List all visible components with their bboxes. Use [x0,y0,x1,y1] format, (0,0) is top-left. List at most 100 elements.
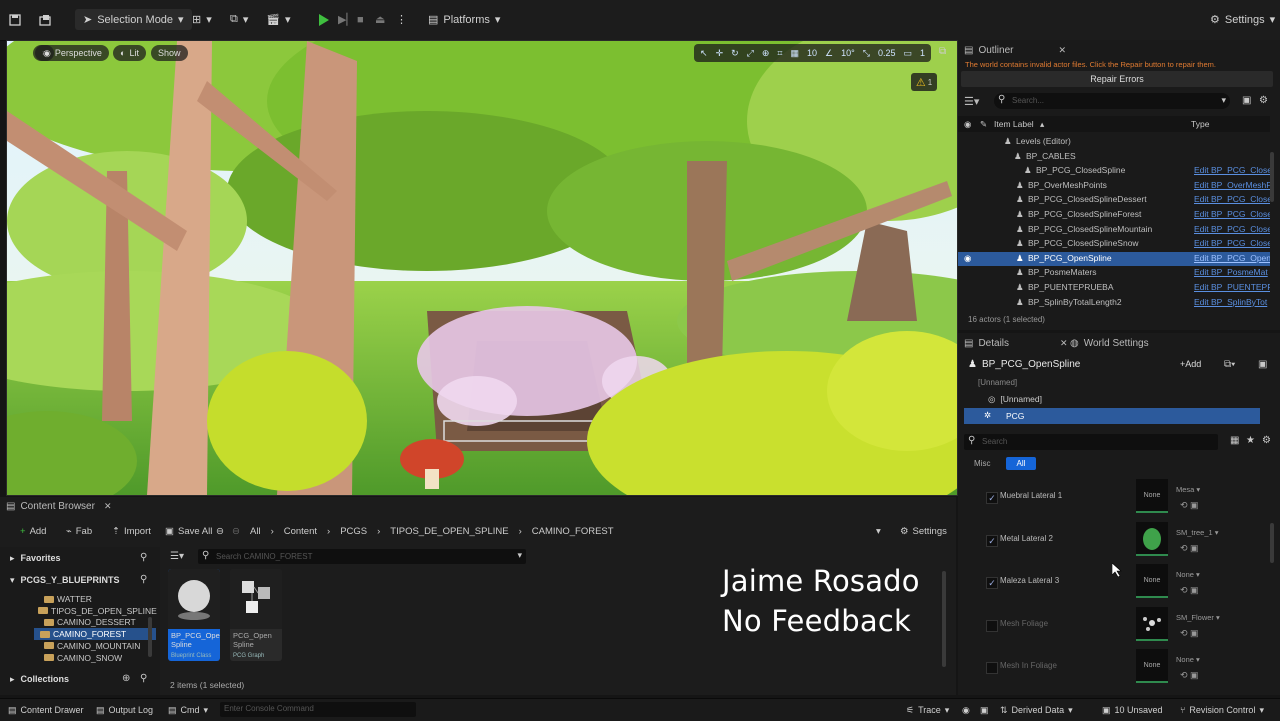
outliner-row[interactable]: ♟ BP_SplinByTotalLength2 Edit BP_SplinByTo… [958,296,1270,311]
perspective-button[interactable]: ◉ Perspective [33,45,109,61]
trace-dropdown[interactable]: ⚟ Trace ▾ [906,703,949,717]
cb-scrollbar[interactable] [942,571,946,667]
level-viewport[interactable]: ≡ ◉ Perspective ◐ Lit Show ↖ ✛ ↻ ⤢ ⊕ ⌗ ▦… [6,40,958,496]
record-icon[interactable]: ◉ [962,703,970,717]
outliner-row[interactable]: ♟ BP_PCG_ClosedSpline Edit BP_PCG_Close [958,164,1270,179]
mesh-thumbnail[interactable]: None [1136,649,1168,683]
folder-item[interactable]: CAMINO_DESSERT [44,616,136,628]
cb-search-input[interactable]: ⚲ Search CAMINO_FOREST ▾ [198,549,526,564]
breadcrumb-item[interactable]: All [250,526,261,537]
property-checkbox[interactable] [986,619,998,632]
cinematics-button[interactable]: 🎬︎ ▾ [266,9,291,30]
camera-speed-icon[interactable]: ▭ [903,48,912,59]
outliner-row[interactable]: ♟ BP_PUENTEPRUEBA Edit BP_PUENTEPR [958,281,1270,296]
column-type[interactable]: Type [1191,119,1209,129]
show-button[interactable]: Show [151,45,188,61]
cb-save-all-button[interactable]: ▣ Save All [165,523,212,539]
outliner-row-type[interactable]: Edit BP_PCG_Close [1194,165,1270,175]
outliner-row[interactable]: ♟ BP_PosmeMaters Edit BP_PosmeMat [958,266,1270,281]
outliner-row-type[interactable]: Edit BP_PCG_Close [1194,238,1270,248]
outliner-row-type[interactable]: Edit BP_PCG_Close [1194,209,1270,219]
browse-icon[interactable] [38,9,52,30]
history-back-icon[interactable]: ⊖ [216,523,224,539]
browse-asset-icon[interactable]: ⟲ ▣ [1180,628,1199,639]
favorites-section[interactable]: ▸ Favorites [10,553,61,564]
folder-item[interactable]: CAMINO_FOREST [34,628,156,641]
asset-pcg-open-spline[interactable]: PCG_Open Spline PCG Graph [230,569,282,661]
outliner-row[interactable]: ♟ BP_PCG_ClosedSplineDessert Edit BP_PCG_C… [958,193,1270,208]
outliner-row[interactable]: ♟ Levels (Editor) [958,135,1270,150]
filter-icon[interactable]: ☰▾ [964,95,979,108]
details-search-input[interactable]: ⚲ Search [964,434,1218,450]
outliner-row-type[interactable]: Edit BP_OverMeshP [1194,180,1270,190]
folder-item[interactable]: TIPOS_DE_OPEN_SPLINE [38,605,157,617]
folder-item[interactable]: CAMINO_MOUNTAIN [44,640,140,652]
property-checkbox[interactable]: ✓ [986,577,998,589]
blueprint-options-icon[interactable]: ⧉▾ [1224,359,1235,370]
output-log-button[interactable]: ▤ Output Log [96,703,153,717]
pin-icon[interactable]: ✎ [980,119,987,130]
lit-button[interactable]: ◐ Lit [113,45,146,61]
scale-tool-icon[interactable]: ⤢ [747,48,754,59]
filter-misc[interactable]: Misc [974,459,990,468]
tab-details[interactable]: ▤ Details ✕ [964,333,1068,353]
forest-scene-render[interactable] [7,41,957,495]
grid-view-icon[interactable]: ▦ [1230,435,1239,446]
property-checkbox[interactable]: ✓ [986,492,998,504]
outliner-row[interactable]: ♟ BP_OverMeshPoints Edit BP_OverMeshP [958,179,1270,194]
outliner-row-type[interactable]: Edit BP_PosmeMat [1194,267,1270,277]
play-button[interactable] [318,9,330,30]
eject-button[interactable]: ⏏ [375,9,385,30]
browse-asset-icon[interactable]: ⟲ ▣ [1180,585,1199,596]
play-options-button[interactable]: ⋮ [396,9,407,30]
details-scrollbar[interactable] [1270,523,1274,563]
mesh-thumbnail[interactable] [1136,521,1168,556]
derived-data-dropdown[interactable]: ⇅ Derived Data ▾ [1000,703,1073,717]
component-pcg[interactable]: ✲ PCG [964,408,1260,424]
breadcrumb-item[interactable]: PCGS [340,526,367,537]
cb-import-button[interactable]: ⇡ Import [112,523,151,539]
asset-bp-pcg-open-spline[interactable]: BP_PCG_Open Spline Blueprint Class [168,569,220,661]
close-icon[interactable]: ✕ [1060,338,1068,349]
grid-snap-icon[interactable]: ▦ [791,48,800,59]
eye-icon[interactable]: ◉ [964,253,971,264]
project-root[interactable]: ▾ PCGS_Y_BLUEPRINTS [10,575,120,586]
outliner-row[interactable]: ♟ BP_CABLES [958,150,1270,165]
tab-content-browser[interactable]: ▤ Content Browser ✕ [6,496,111,516]
search-icon[interactable]: ⚲ [140,574,147,585]
cb-add-button[interactable]: + Add [20,523,46,539]
console-input[interactable]: Enter Console Command [220,702,416,717]
unsaved-button[interactable]: ▣ 10 Unsaved [1102,703,1163,717]
property-checkbox[interactable]: ✓ [986,534,998,547]
breadcrumb-item[interactable]: TIPOS_DE_OPEN_SPLINE [390,526,508,537]
mesh-dropdown[interactable]: SM_tree_1 ▾ [1176,528,1219,537]
outliner-search-input[interactable]: ⚲ Search... ▾ [994,93,1230,109]
filter-icon[interactable]: ☰▾ [170,551,184,562]
property-checkbox[interactable] [986,662,998,674]
filter-all[interactable]: All [1006,457,1036,470]
outliner-row[interactable]: ♟ BP_PCG_ClosedSplineForest Edit BP_PCG_Cl… [958,208,1270,223]
column-item-label[interactable]: Item Label [994,119,1034,129]
close-icon[interactable]: ✕ [1058,45,1066,56]
outliner-row[interactable]: ♟ BP_PCG_ClosedSplineMountain Edit BP_PCG_… [958,223,1270,238]
mesh-thumbnail[interactable]: None [1136,479,1168,513]
save-icon[interactable] [8,9,22,30]
outliner-row-type[interactable]: Edit BP_SplinByTot [1194,297,1270,307]
tab-world-settings[interactable]: ◍ World Settings [1070,333,1149,353]
gear-icon[interactable]: ⚙ [1262,435,1271,446]
add-actor-button[interactable]: ⊞ ▾ [192,9,212,30]
browse-asset-icon[interactable]: ⟲ ▣ [1180,500,1199,511]
outliner-row-type[interactable]: Edit BP_PUENTEPR [1194,282,1270,292]
warning-indicator[interactable]: ⚠ 1 [911,73,937,91]
content-drawer-button[interactable]: ▤ Content Drawer [8,703,84,717]
rotate-tool-icon[interactable]: ↻ [731,48,739,59]
outliner-row-type[interactable]: Edit BP_PCG_Open [1194,253,1270,263]
search-icon[interactable]: ⚲ [140,673,147,684]
collections-section[interactable]: ▸ Collections [10,674,69,685]
grid-snap-value[interactable]: 10 [807,48,817,58]
add-folder-icon[interactable]: ▣ [1242,95,1251,106]
tab-outliner[interactable]: ▤ Outliner ✕ [964,40,1066,60]
stop-button[interactable]: ■ [357,9,364,30]
outliner-row[interactable]: ♟ BP_PCG_ClosedSplineSnow Edit BP_PCG_Clos… [958,237,1270,252]
selection-mode-dropdown[interactable]: ➤ Selection Mode ▾ [75,9,192,30]
